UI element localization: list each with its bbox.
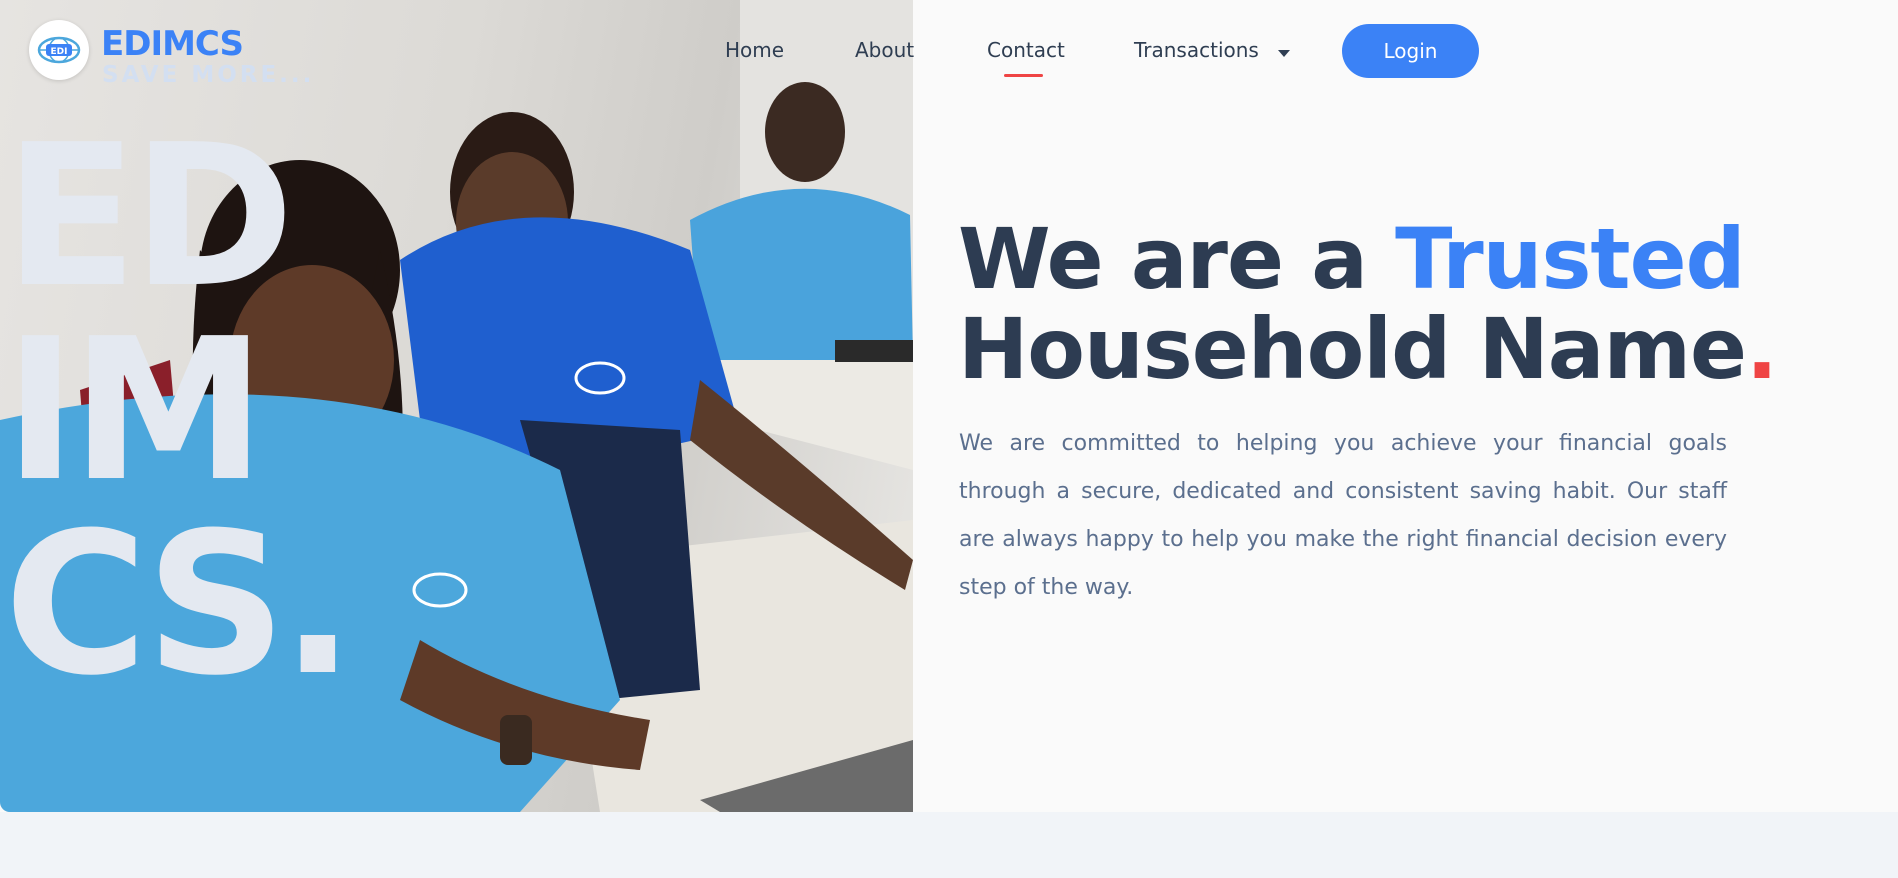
nav-contact[interactable]: Contact <box>987 38 1065 62</box>
nav-active-indicator <box>1004 74 1043 77</box>
big-text-line-3: CS. <box>4 491 355 719</box>
login-button[interactable]: Login <box>1342 24 1479 78</box>
hero-section: ED IM CS. EDI EDIMCS SAVE MORE... Home A… <box>0 0 1898 812</box>
brand-tagline: SAVE MORE... <box>102 62 315 88</box>
hero-big-brand-text: ED IM CS. <box>4 103 355 719</box>
headline-line-2: Household Name <box>958 300 1747 398</box>
nav-about[interactable]: About <box>855 38 914 62</box>
nav-transactions[interactable]: Transactions <box>1134 38 1259 62</box>
headline-dot: . <box>1745 300 1778 398</box>
hero-photo: ED IM CS. <box>0 0 913 812</box>
headline-part-1: We are a <box>958 210 1396 308</box>
hero-description: We are committed to helping you achieve … <box>959 431 1727 600</box>
nav-home[interactable]: Home <box>725 38 784 62</box>
brand-name: EDIMCS <box>101 24 244 64</box>
logo-globe-icon: EDI <box>29 20 89 80</box>
big-text-line-2: IM <box>4 297 266 525</box>
logo-mark-text: EDI <box>51 47 68 57</box>
chevron-down-icon[interactable] <box>1278 50 1290 57</box>
hero-headline: We are a Trusted Household Name. <box>958 214 1778 394</box>
big-text-line-1: ED <box>4 103 295 331</box>
headline-accent: Trusted <box>1395 210 1746 308</box>
